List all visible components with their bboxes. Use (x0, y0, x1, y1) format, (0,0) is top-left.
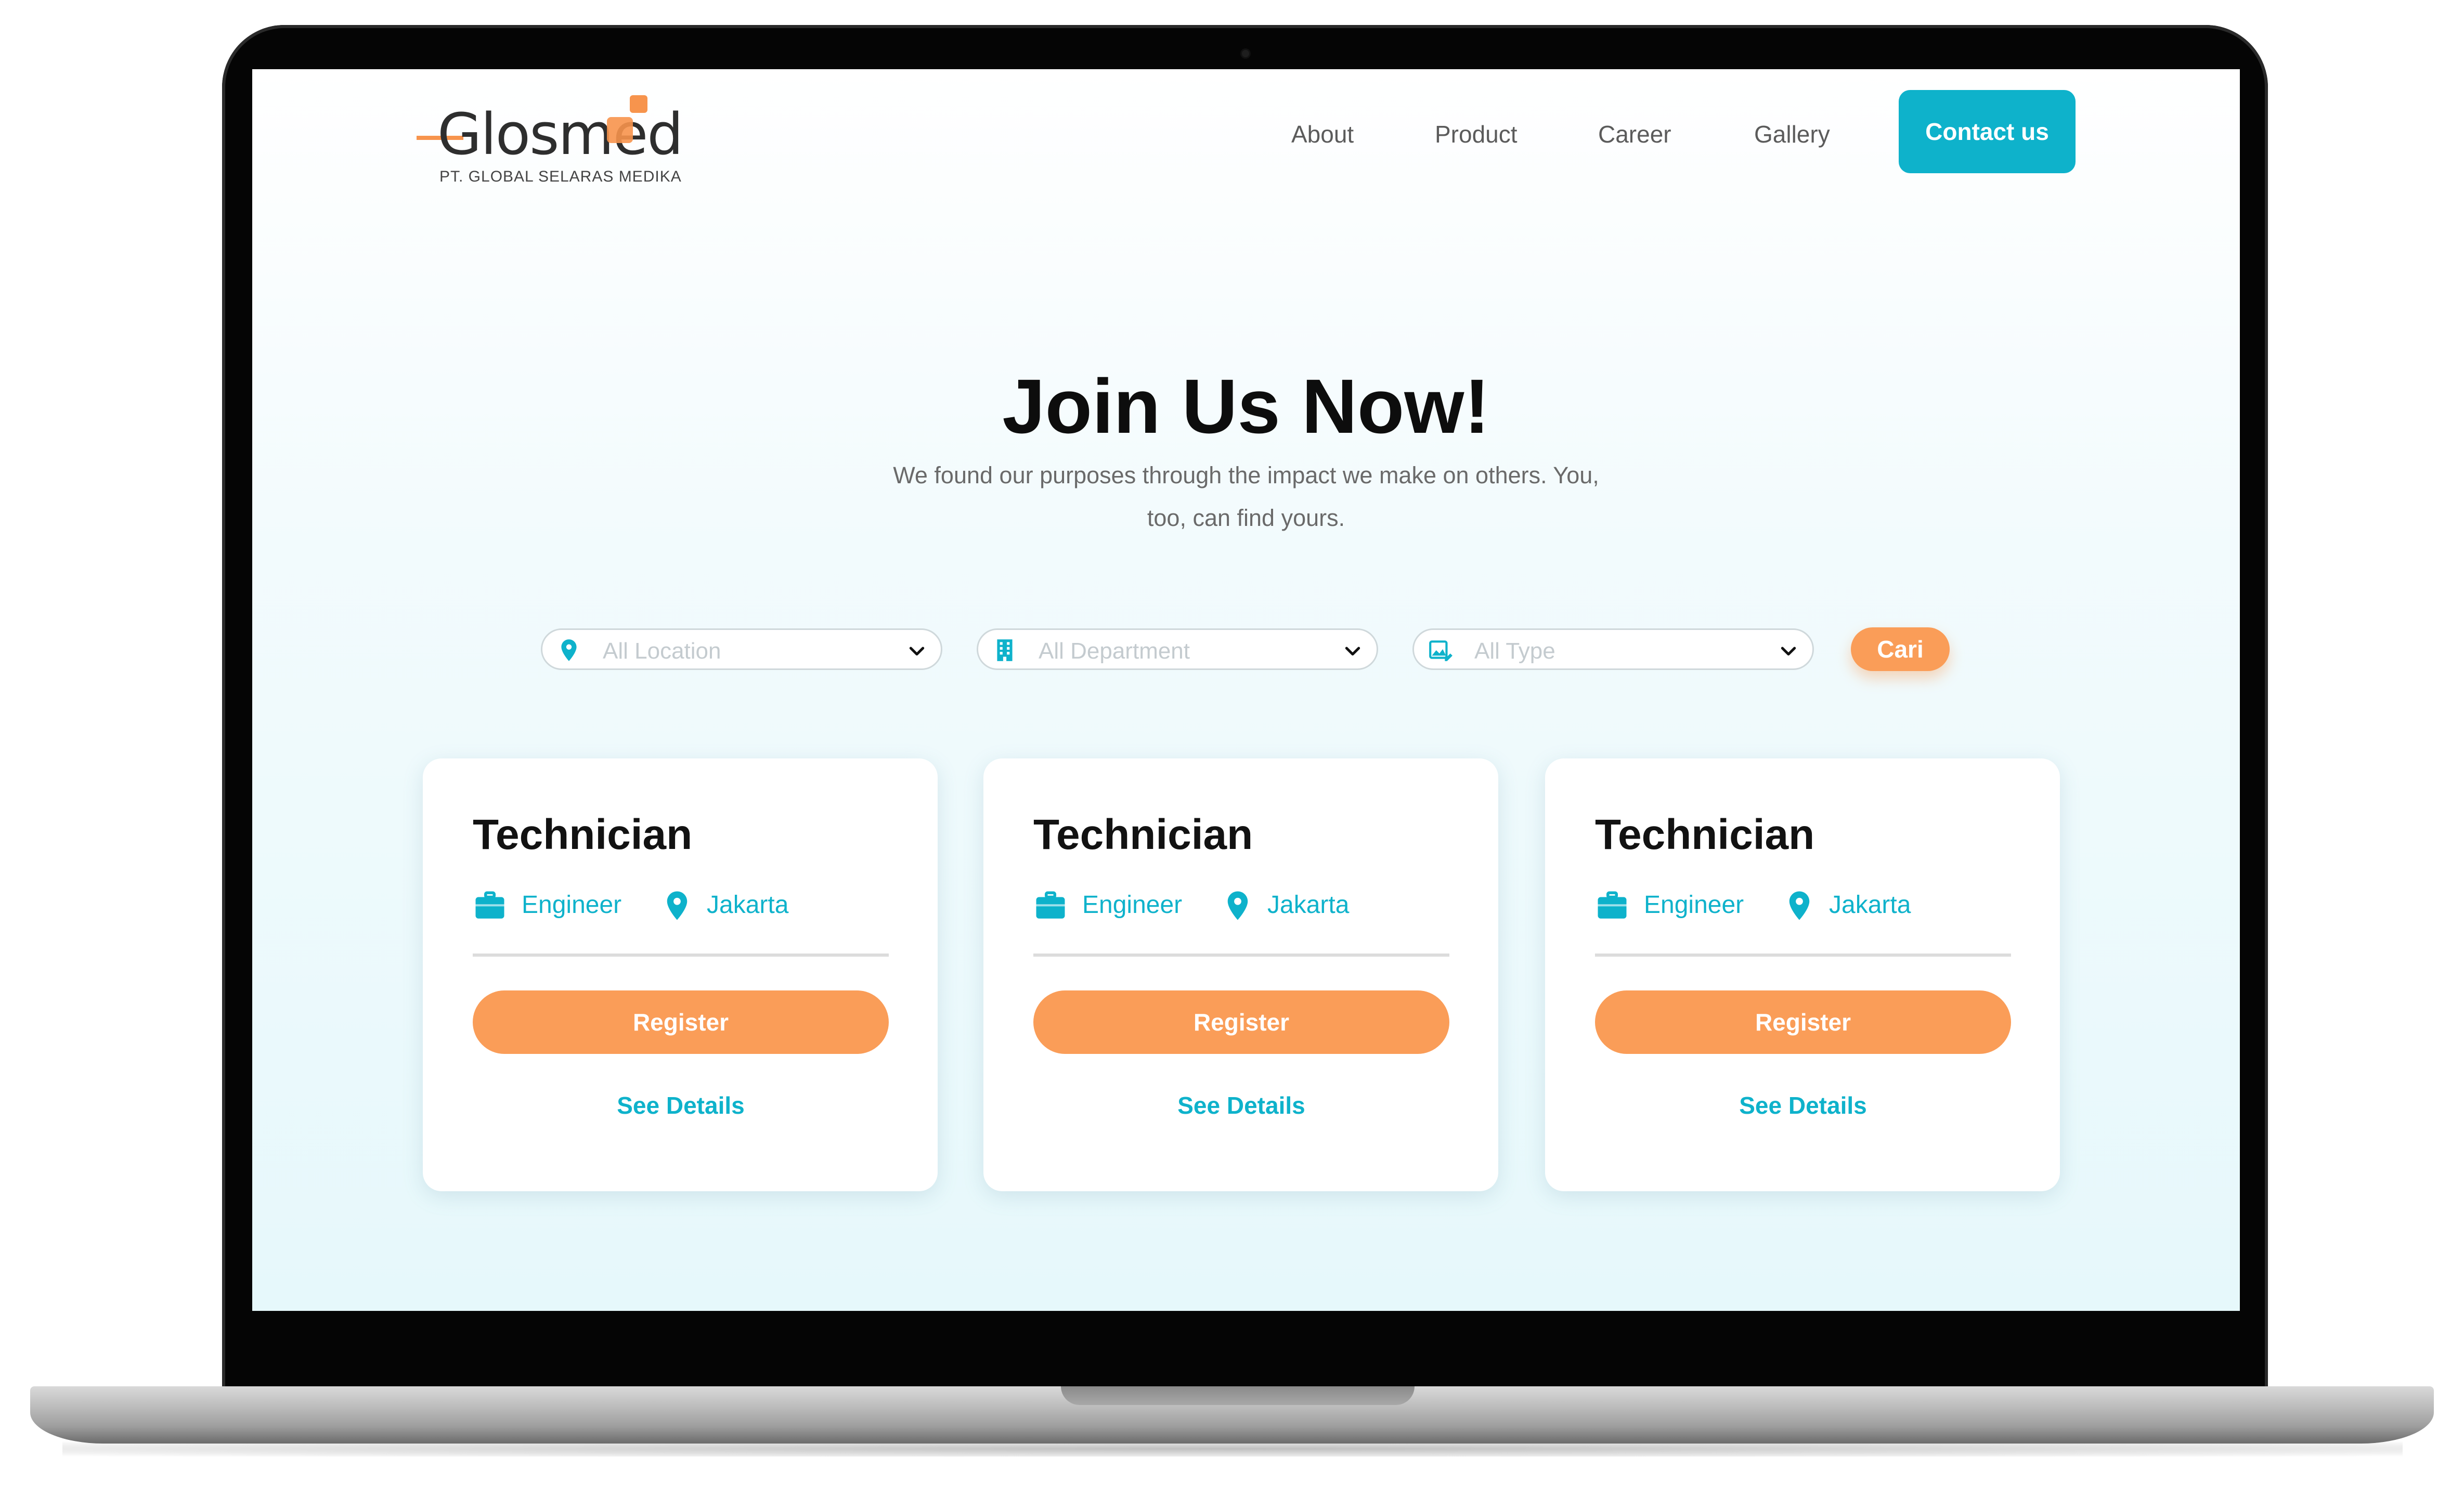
chevron-down-icon (1345, 647, 1360, 656)
job-card: Technician Engineer Jakarta Register See… (983, 758, 1498, 1191)
image-edit-icon (1429, 640, 1453, 661)
page-title: Join Us Now! (1002, 364, 1490, 449)
location-pin-icon (1227, 891, 1248, 920)
screen: Glosmed PT. GLOBAL SELARAS MEDIKA About … (252, 69, 2240, 1311)
see-details-link[interactable]: See Details (473, 1091, 889, 1119)
search-button[interactable]: Cari (1851, 627, 1950, 671)
logo-square-icon (607, 117, 633, 143)
building-icon (997, 639, 1013, 661)
nav-career[interactable]: Career (1598, 120, 1671, 148)
nav-about[interactable]: About (1291, 120, 1354, 148)
job-title: Technician (1033, 811, 1253, 858)
subtitle-line: We found our purposes through the impact… (893, 462, 1599, 488)
page-subtitle: We found our purposes through the impact… (824, 454, 1668, 539)
nav-gallery[interactable]: Gallery (1754, 120, 1830, 148)
laptop-notch (1061, 1386, 1415, 1405)
camera-icon (1242, 50, 1249, 57)
briefcase-icon (1036, 891, 1065, 919)
briefcase-icon (475, 891, 504, 919)
see-details-link[interactable]: See Details (1033, 1091, 1449, 1119)
job-card: Technician Engineer Jakarta Register See… (1545, 758, 2060, 1191)
job-category: Engineer (1082, 891, 1183, 919)
job-card: Technician Engineer Jakarta Register See… (423, 758, 938, 1191)
job-category: Engineer (1644, 891, 1744, 919)
job-title: Technician (1595, 811, 1815, 858)
type-select-value: All Type (1474, 638, 1555, 664)
type-select[interactable]: All Type (1412, 628, 1814, 670)
see-details-link[interactable]: See Details (1595, 1091, 2011, 1119)
logo-subtitle: PT. GLOBAL SELARAS MEDIKA (439, 168, 682, 185)
location-pin-icon (1789, 891, 1810, 920)
job-location: Jakarta (1829, 891, 1911, 919)
register-button[interactable]: Register (473, 990, 889, 1054)
location-pin-icon (561, 639, 577, 661)
location-select-value: All Location (603, 638, 721, 664)
nav-product[interactable]: Product (1435, 120, 1518, 148)
chevron-down-icon (1781, 647, 1796, 656)
job-category: Engineer (522, 891, 622, 919)
logo[interactable]: Glosmed PT. GLOBAL SELARAS MEDIKA (417, 80, 687, 199)
job-title: Technician (473, 811, 693, 858)
register-button[interactable]: Register (1595, 990, 2011, 1054)
chevron-down-icon (909, 647, 925, 656)
department-select-value: All Department (1039, 638, 1190, 664)
department-select[interactable]: All Department (977, 628, 1378, 670)
logo-square-icon (630, 95, 647, 113)
contact-us-button[interactable]: Contact us (1899, 90, 2076, 173)
location-select[interactable]: All Location (541, 628, 942, 670)
job-location: Jakarta (707, 891, 789, 919)
card-divider (473, 954, 889, 957)
card-divider (1595, 954, 2011, 957)
card-divider (1033, 954, 1449, 957)
location-pin-icon (667, 891, 688, 920)
subtitle-line: too, can find yours. (1147, 505, 1345, 531)
register-button[interactable]: Register (1033, 990, 1449, 1054)
briefcase-icon (1598, 891, 1627, 919)
job-location: Jakarta (1267, 891, 1350, 919)
logo-wordmark: Glosmed (437, 101, 683, 168)
